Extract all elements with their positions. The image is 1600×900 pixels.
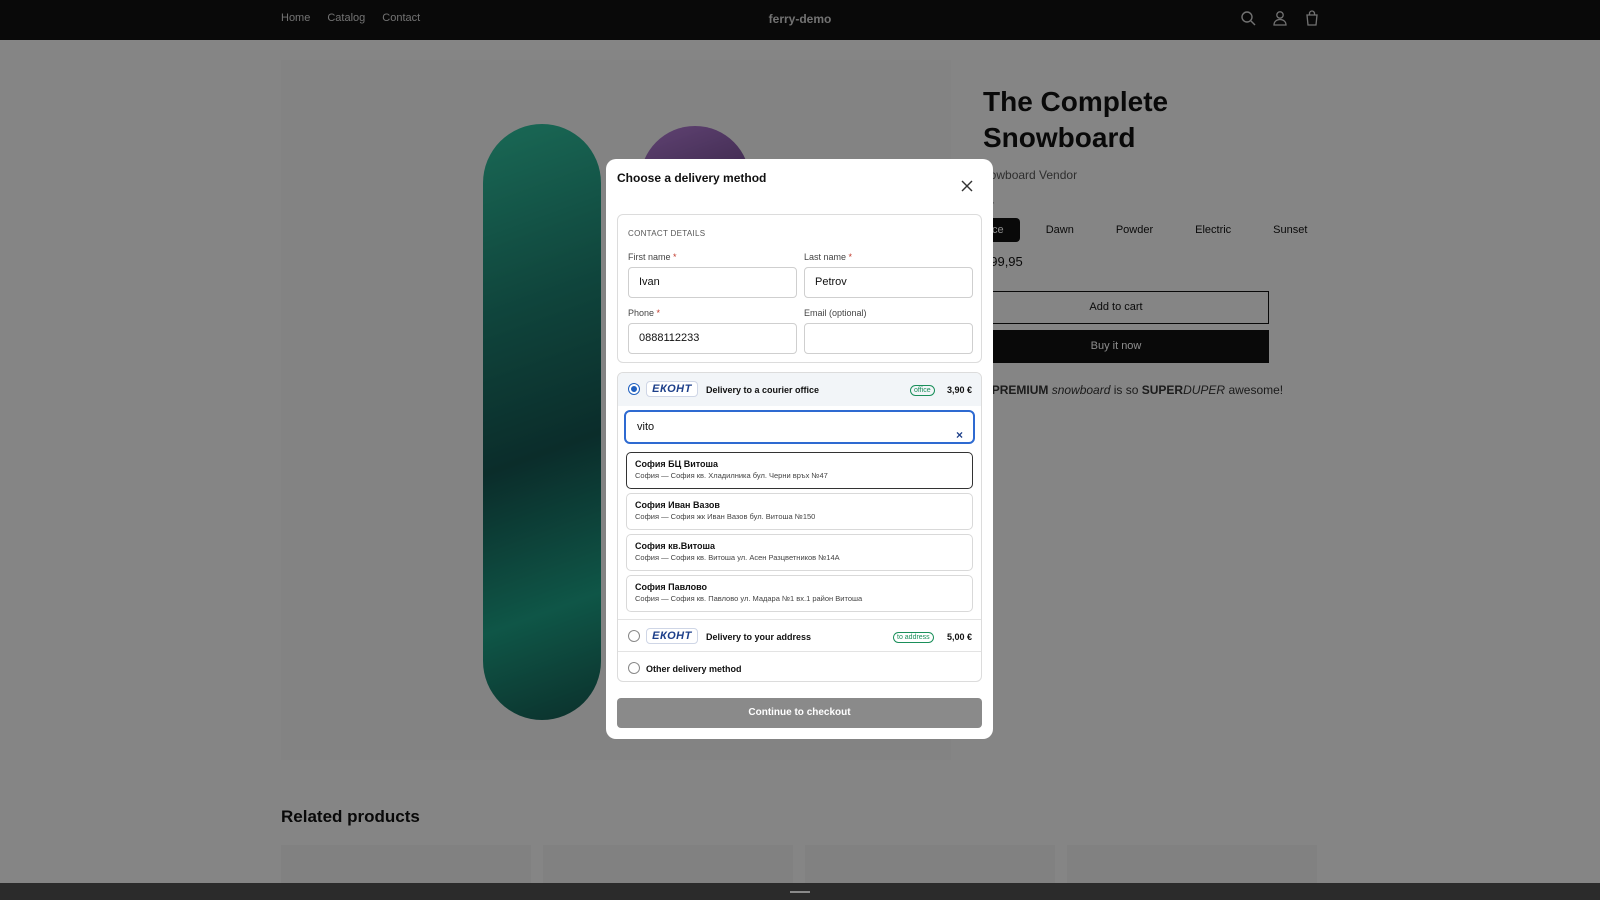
option-label: Other delivery method (646, 664, 742, 674)
required-mark: * (656, 308, 661, 318)
clear-search-icon[interactable]: × (956, 420, 963, 450)
bottom-strip (0, 883, 1600, 900)
contact-details-title: CONTACT DETAILS (628, 229, 706, 238)
option-address-delivery[interactable]: ЕКОНТ Delivery to your address to addres… (618, 619, 981, 652)
office-address: София — София кв. Витоша ул. Асен Разцве… (635, 553, 840, 562)
shipping-options: ЕКОНТ Delivery to a courier office offic… (617, 372, 982, 682)
office-search-input[interactable]: vito × (624, 410, 975, 444)
office-address: София — София жк Иван Вазов бул. Витоша … (635, 512, 816, 521)
modal-title: Choose a delivery method (617, 171, 767, 185)
radio-courier-office[interactable] (628, 383, 640, 395)
option-badge: office (910, 385, 935, 396)
label-text: Last name (804, 252, 847, 262)
office-address: София — София кв. Хладилника бул. Черни … (635, 471, 828, 480)
office-result[interactable]: София Иван Вазов София — София жк Иван В… (626, 493, 973, 530)
continue-to-checkout-button[interactable]: Continue to checkout (617, 698, 982, 728)
office-search-value: vito (637, 421, 655, 433)
phone-label: Phone * (628, 308, 660, 318)
office-address: София — София кв. Павлово ул. Мадара №1 … (635, 594, 863, 603)
email-field[interactable] (804, 323, 973, 354)
office-result[interactable]: София кв.Витоша София — София кв. Витоша… (626, 534, 973, 571)
radio-address-delivery[interactable] (628, 630, 640, 642)
office-name: София Павлово (635, 582, 708, 592)
office-result[interactable]: София Павлово София — София кв. Павлово … (626, 575, 973, 612)
delivery-modal: Choose a delivery method CONTACT DETAILS… (606, 159, 993, 739)
required-mark: * (673, 252, 677, 262)
option-courier-office[interactable]: ЕКОНТ Delivery to a courier office offic… (618, 373, 981, 406)
option-other-delivery[interactable]: Other delivery method (618, 651, 981, 681)
label-text: Phone (628, 308, 655, 318)
label-text: First name (628, 252, 671, 262)
option-price: 5,00 € (946, 632, 972, 642)
office-name: София БЦ Витоша (635, 459, 719, 469)
office-name: София кв.Витоша (635, 541, 716, 551)
office-result[interactable]: София БЦ Витоша София — София кв. Хладил… (626, 452, 973, 489)
radio-other-delivery[interactable] (628, 662, 640, 674)
first-name-label: First name * (628, 252, 677, 262)
first-name-field[interactable]: Ivan (628, 267, 797, 298)
last-name-label: Last name * (804, 252, 852, 262)
office-name: София Иван Вазов (635, 500, 720, 510)
option-price: 3,90 € (946, 385, 972, 395)
contact-details-section: CONTACT DETAILS First name * Ivan Last n… (617, 214, 982, 363)
phone-field[interactable]: 0888112233 (628, 323, 797, 354)
close-icon[interactable] (960, 179, 974, 193)
option-label: Delivery to your address (706, 632, 812, 642)
drag-handle (790, 891, 810, 893)
option-badge: to address (893, 632, 934, 643)
last-name-field[interactable]: Petrov (804, 267, 973, 298)
option-label: Delivery to a courier office (706, 385, 820, 395)
econt-logo: ЕКОНТ (646, 381, 698, 397)
econt-logo: ЕКОНТ (646, 628, 698, 644)
required-mark: * (848, 252, 853, 262)
email-label: Email (optional) (804, 308, 867, 318)
